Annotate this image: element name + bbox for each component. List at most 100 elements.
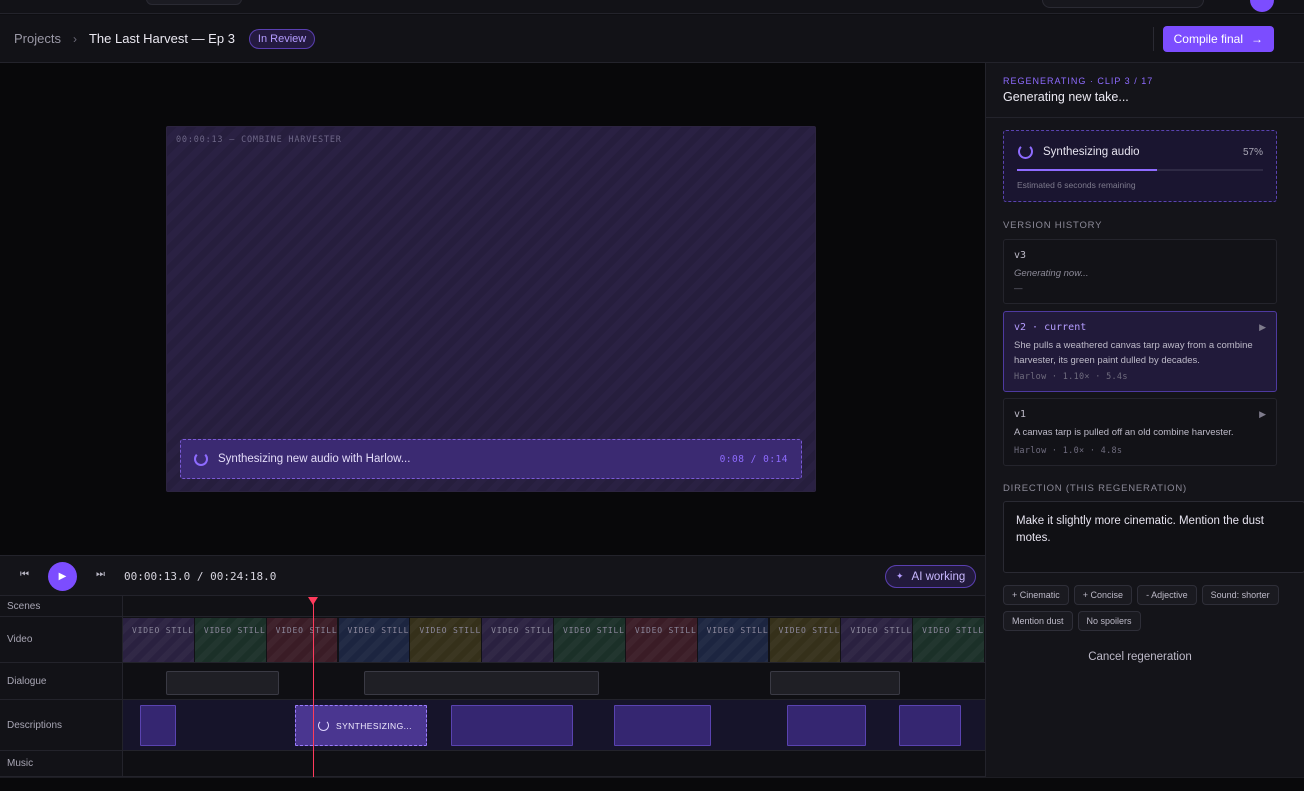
spinner-icon bbox=[1018, 144, 1033, 159]
timeline: Scenes Video VIDEO STILL VIDEO STILL VIDEO… bbox=[0, 596, 985, 777]
chip-no-spoilers[interactable]: No spoilers bbox=[1077, 611, 1141, 631]
dialogue-clip[interactable] bbox=[166, 671, 279, 695]
regeneration-panel: REGENERATING · CLIP 3 / 17 Generating ne… bbox=[985, 63, 1304, 777]
status-badge: In Review bbox=[248, 28, 316, 49]
video-still-clip[interactable]: VIDEO STILL bbox=[195, 618, 266, 662]
version-card-v1[interactable]: v1 ▶ A canvas tarp is pulled off an old … bbox=[1003, 398, 1277, 466]
panel-header: REGENERATING · CLIP 3 / 17 Generating ne… bbox=[986, 63, 1304, 118]
video-preview: 00:00:13 — COMBINE HARVESTER Synthesizin… bbox=[0, 63, 985, 555]
video-still-clip[interactable]: VIDEO STILL bbox=[770, 618, 841, 662]
description-clip-synthesizing[interactable]: SYNTHESIZING... bbox=[295, 705, 427, 746]
compile-final-label: Compile final bbox=[1173, 32, 1243, 46]
video-still-clip[interactable]: VIDEO STILL bbox=[410, 618, 482, 662]
video-still-clip[interactable]: VIDEO STILL bbox=[267, 618, 338, 662]
version-tag: v1 bbox=[1014, 409, 1027, 420]
compile-final-button[interactable]: Compile final → bbox=[1162, 26, 1274, 52]
progress-bar-fill bbox=[1017, 169, 1158, 171]
dialogue-clip[interactable] bbox=[364, 671, 599, 695]
playhead-handle[interactable] bbox=[308, 597, 318, 605]
search-input[interactable] bbox=[1042, 0, 1204, 8]
video-still-clip[interactable]: VIDEO STILL bbox=[841, 618, 913, 662]
track-label-video: Video bbox=[0, 617, 123, 663]
chip-adjective[interactable]: - Adjective bbox=[1137, 585, 1197, 605]
synthesizing-clip-label: SYNTHESIZING... bbox=[336, 720, 412, 731]
version-tag: v3 bbox=[1014, 250, 1027, 261]
top-tab[interactable] bbox=[146, 0, 242, 5]
status-bar bbox=[0, 777, 1304, 791]
play-icon: ▶ bbox=[58, 571, 67, 582]
ai-working-pill[interactable]: ✦ AI working bbox=[885, 565, 977, 588]
video-still-clip[interactable]: VIDEO STILL bbox=[626, 618, 697, 662]
scenes-track[interactable] bbox=[123, 596, 985, 617]
ai-working-label: AI working bbox=[911, 570, 966, 583]
description-clip[interactable] bbox=[140, 705, 176, 746]
synthesizing-overlay: Synthesizing new audio with Harlow... 0:… bbox=[180, 439, 802, 479]
version-text: Generating now... bbox=[1014, 268, 1089, 279]
dialogue-track[interactable] bbox=[123, 663, 985, 700]
avatar[interactable] bbox=[1250, 0, 1274, 12]
play-icon[interactable]: ▶ bbox=[1259, 322, 1266, 333]
spinner-icon bbox=[318, 720, 329, 731]
synth-time: 0:08 / 0:14 bbox=[719, 454, 788, 465]
direction-label: DIRECTION (THIS REGENERATION) bbox=[1003, 483, 1187, 494]
version-meta: — bbox=[1014, 283, 1023, 293]
progress-bar bbox=[1017, 169, 1263, 171]
top-app-bar bbox=[0, 0, 1304, 14]
version-card-v2[interactable]: v2 · current ▶ She pulls a weathered can… bbox=[1003, 311, 1277, 392]
progress-label: Synthesizing audio bbox=[1043, 146, 1140, 158]
music-track[interactable] bbox=[123, 751, 985, 777]
progress-percent: 57% bbox=[1242, 147, 1263, 158]
breadcrumb-separator-icon: › bbox=[72, 31, 77, 46]
chip-cinematic[interactable]: + Cinematic bbox=[1003, 585, 1069, 605]
version-meta: Harlow · 1.0× · 4.8s bbox=[1014, 446, 1123, 456]
timecode: 00:00:13.0 / 00:24:18.0 bbox=[124, 570, 277, 583]
arrow-right-icon: → bbox=[1251, 32, 1263, 46]
skip-back-icon[interactable]: ⏮ bbox=[20, 569, 29, 580]
breadcrumb-projects[interactable]: Projects bbox=[14, 31, 61, 46]
cancel-regeneration-button[interactable]: Cancel regeneration bbox=[1003, 651, 1277, 663]
direction-textarea[interactable]: Make it slightly more cinematic. Mention… bbox=[1003, 501, 1304, 573]
header-divider bbox=[1153, 27, 1154, 51]
page-title: The Last Harvest — Ep 3 bbox=[88, 31, 235, 46]
preview-frame[interactable]: 00:00:13 — COMBINE HARVESTER Synthesizin… bbox=[166, 126, 816, 492]
playhead[interactable] bbox=[313, 597, 314, 777]
frame-timecode-label: 00:00:13 — COMBINE HARVESTER bbox=[176, 135, 342, 145]
video-still-clip[interactable]: VIDEO STILL bbox=[913, 618, 984, 662]
track-label-music: Music bbox=[0, 751, 123, 777]
description-clip[interactable] bbox=[787, 705, 866, 746]
description-clip[interactable] bbox=[451, 705, 573, 746]
chip-mention-dust[interactable]: Mention dust bbox=[1003, 611, 1073, 631]
version-text: She pulls a weathered canvas tarp away f… bbox=[1014, 340, 1253, 366]
progress-estimate: Estimated 6 seconds remaining bbox=[1017, 180, 1136, 190]
sparkle-icon: ✦ bbox=[896, 571, 904, 581]
version-tag: v2 · current bbox=[1014, 322, 1087, 333]
video-still-clip[interactable]: VIDEO STILL bbox=[482, 618, 553, 662]
track-label-descriptions: Descriptions bbox=[0, 700, 123, 751]
video-still-clip[interactable]: VIDEO STILL bbox=[554, 618, 625, 662]
description-clip[interactable] bbox=[614, 705, 711, 746]
version-text: A canvas tarp is pulled off an old combi… bbox=[1014, 427, 1234, 438]
chip-concise[interactable]: + Concise bbox=[1073, 585, 1133, 605]
track-label-scenes: Scenes bbox=[0, 596, 123, 617]
regenerating-overline: REGENERATING · CLIP 3 / 17 bbox=[1003, 76, 1154, 86]
spinner-icon bbox=[194, 452, 208, 466]
play-button[interactable]: ▶ bbox=[48, 562, 77, 591]
video-track[interactable]: VIDEO STILL VIDEO STILL VIDEO STILL VIDEO S… bbox=[123, 617, 985, 663]
description-clip[interactable] bbox=[899, 705, 961, 746]
descriptions-track[interactable]: SYNTHESIZING... bbox=[123, 700, 985, 751]
version-card-v3[interactable]: v3 Generating now... — bbox=[1003, 239, 1277, 304]
page-header: Projects › The Last Harvest — Ep 3 In Re… bbox=[0, 15, 1304, 63]
synthesizing-text: Synthesizing new audio with Harlow... bbox=[218, 453, 411, 465]
skip-forward-icon[interactable]: ⏭ bbox=[96, 569, 105, 580]
direction-chips: + Cinematic + Concise - Adjective Sound:… bbox=[1003, 585, 1293, 631]
play-icon[interactable]: ▶ bbox=[1259, 409, 1266, 420]
dialogue-clip[interactable] bbox=[770, 671, 900, 695]
synthesis-progress-card: Synthesizing audio 57% Estimated 6 secon… bbox=[1003, 130, 1277, 202]
video-still-clip[interactable]: VIDEO STILL bbox=[698, 618, 769, 662]
video-still-clip[interactable]: VIDEO STILL bbox=[123, 618, 194, 662]
video-still-clip[interactable]: VIDEO STILL bbox=[339, 618, 410, 662]
panel-title: Generating new take... bbox=[1003, 90, 1129, 104]
version-meta: Harlow · 1.10× · 5.4s bbox=[1014, 372, 1128, 382]
transport-bar: ⏮ ▶ ⏭ 00:00:13.0 / 00:24:18.0 ✦ AI worki… bbox=[0, 555, 985, 596]
chip-sound-shorter[interactable]: Sound: shorter bbox=[1201, 585, 1279, 605]
